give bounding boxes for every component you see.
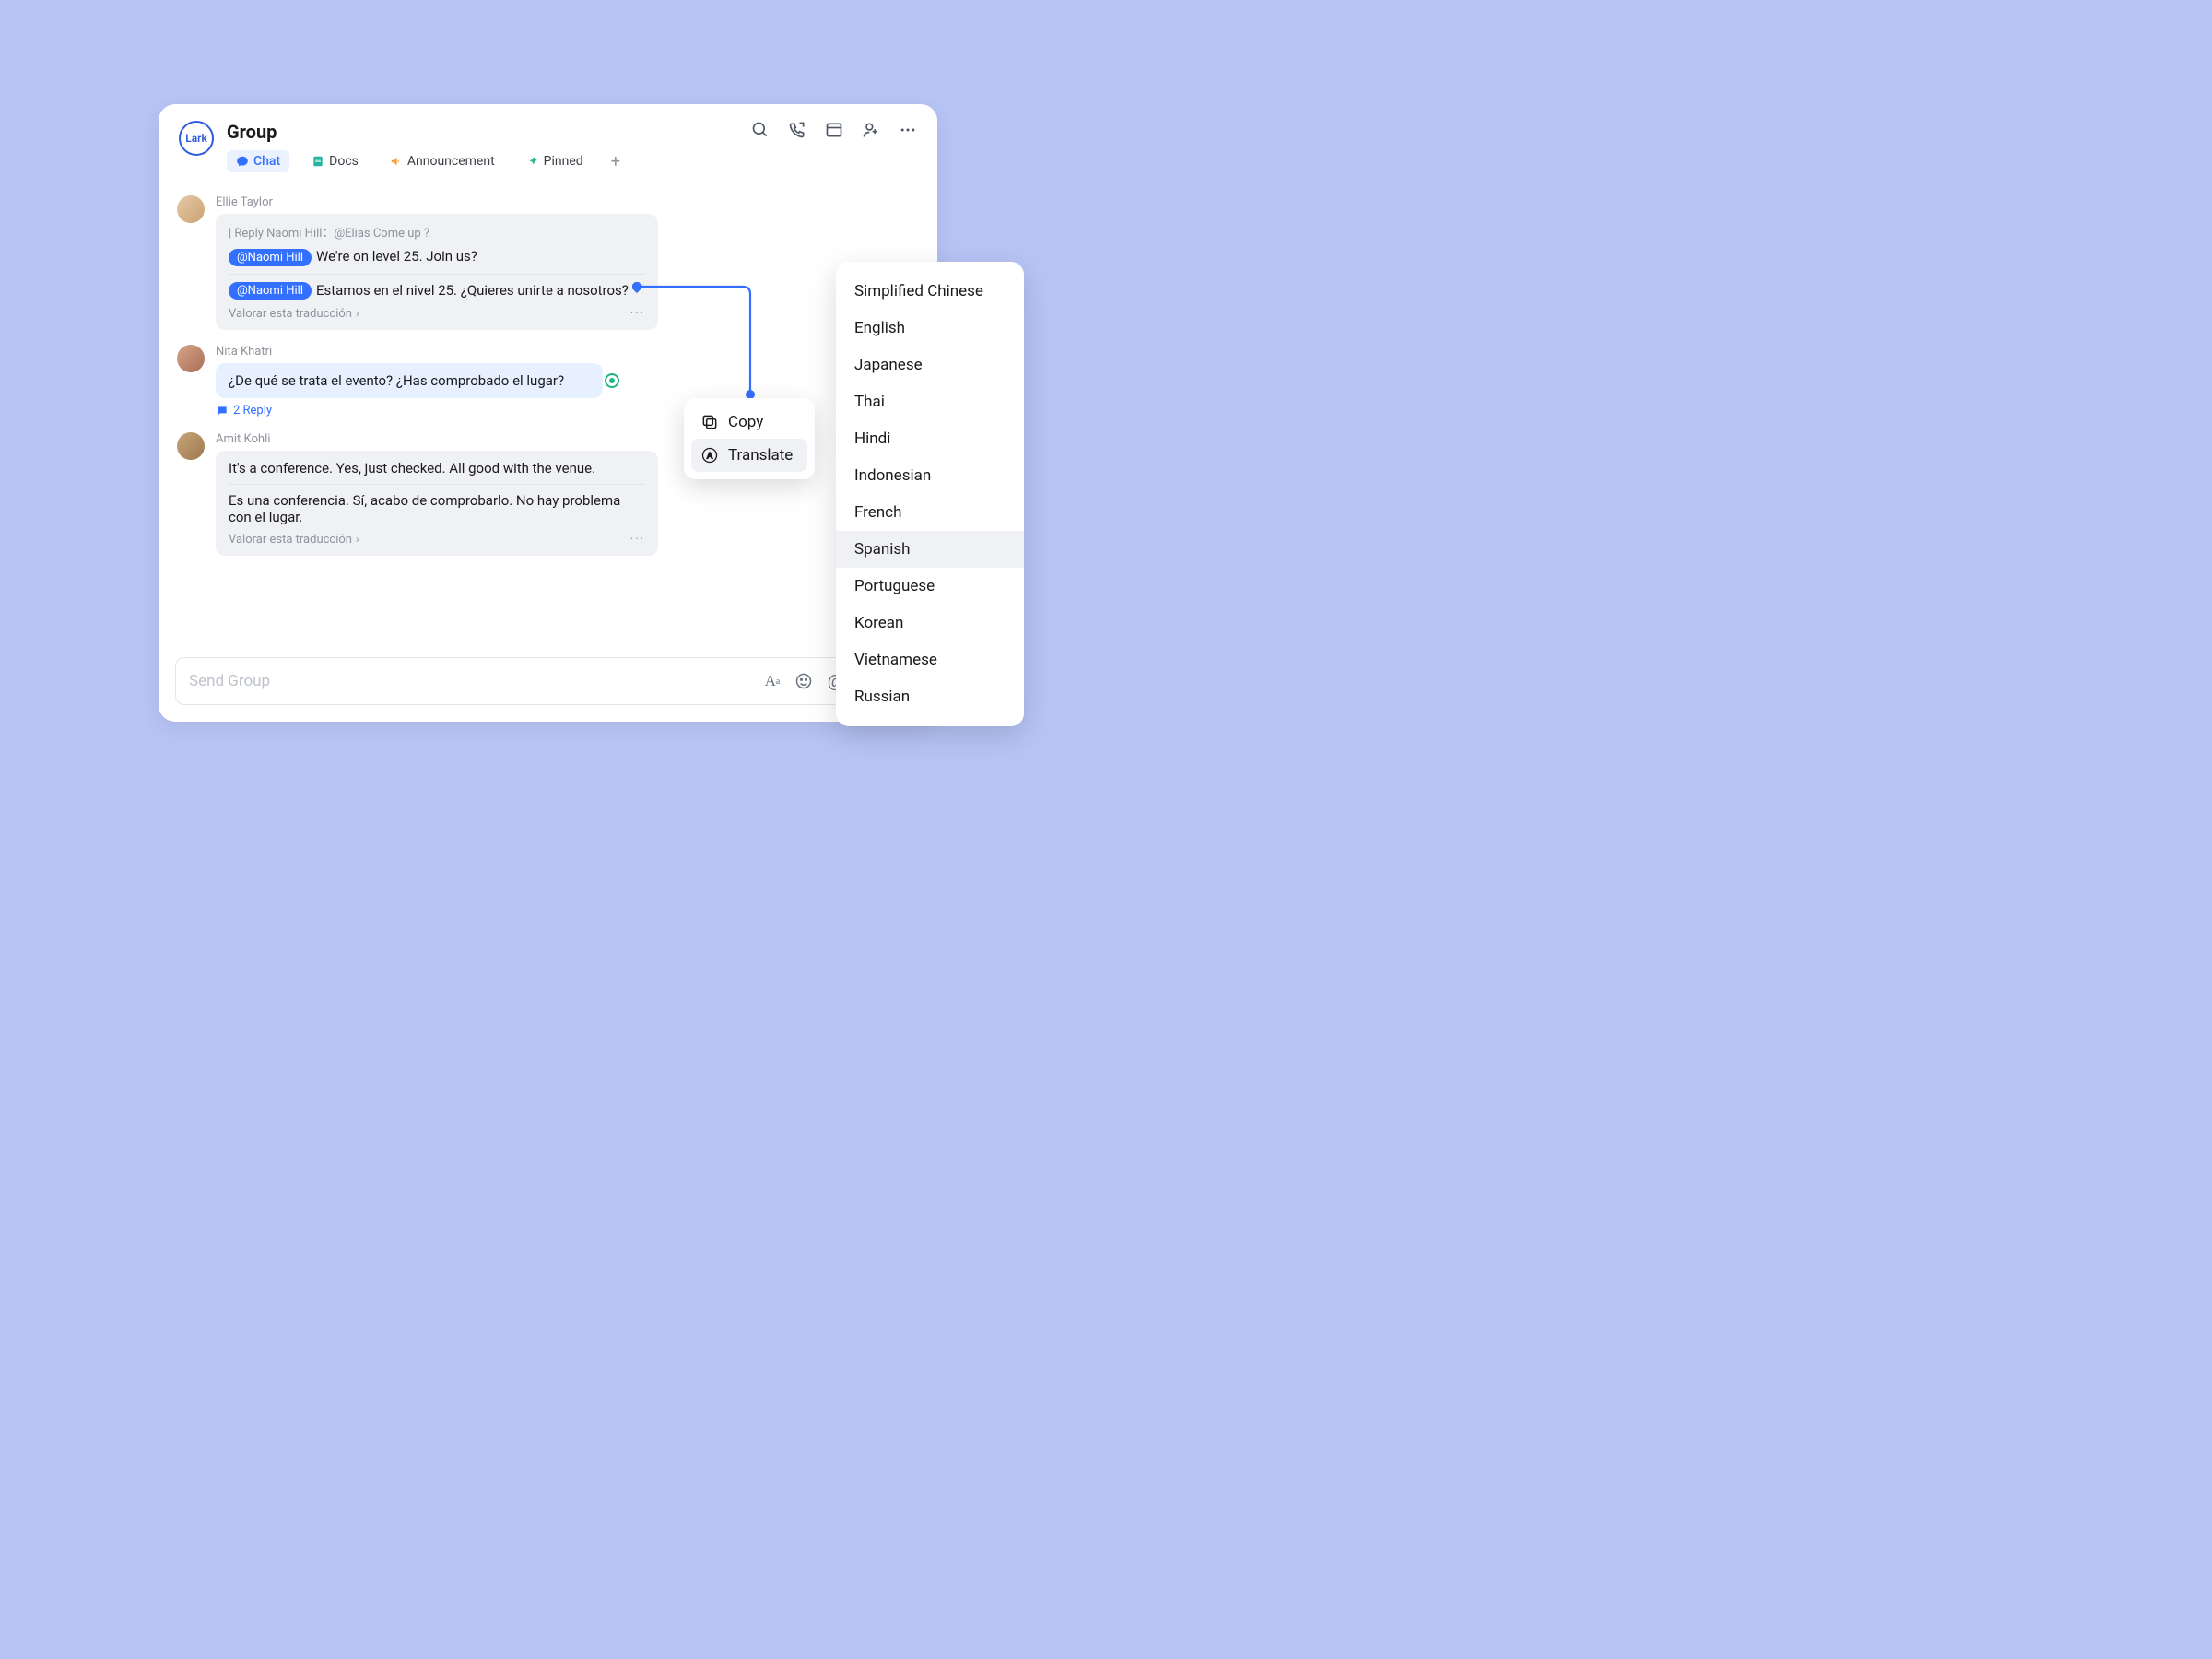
language-option[interactable]: English bbox=[836, 310, 1024, 347]
logo-text: Lark bbox=[185, 132, 207, 145]
tab-label: Pinned bbox=[544, 154, 583, 169]
more-icon[interactable] bbox=[899, 121, 917, 139]
message-more-icon[interactable]: ··· bbox=[630, 307, 645, 321]
status-badge-icon bbox=[605, 373, 619, 388]
composer-placeholder: Send Group bbox=[189, 672, 270, 690]
language-option[interactable]: Indonesian bbox=[836, 457, 1024, 494]
language-option[interactable]: Hindi bbox=[836, 420, 1024, 457]
message: Ellie Taylor | Reply Naomi Hill：@Elias C… bbox=[177, 195, 919, 330]
translated-text: Es una conferencia. Sí, acabo de comprob… bbox=[229, 492, 645, 525]
translate-icon: A bbox=[700, 446, 719, 465]
tab-chat[interactable]: Chat bbox=[227, 150, 289, 172]
tab-pinned[interactable]: Pinned bbox=[517, 150, 593, 172]
sender-name: Nita Khatri bbox=[216, 345, 919, 359]
tab-label: Announcement bbox=[407, 154, 495, 169]
megaphone-icon bbox=[390, 155, 403, 168]
reply-count-text: 2 Reply bbox=[233, 404, 272, 418]
rate-translation-link[interactable]: Valorar esta traducción› bbox=[229, 533, 359, 547]
panel-icon[interactable] bbox=[825, 121, 843, 139]
message-more-icon[interactable]: ··· bbox=[630, 533, 645, 547]
context-menu: Copy A Translate bbox=[684, 398, 815, 479]
quoted-reply: | Reply Naomi Hill：@Elias Come up ? bbox=[229, 223, 645, 241]
message-text: ¿De qué se trata el evento? ¿Has comprob… bbox=[229, 372, 564, 389]
message-list: Ellie Taylor | Reply Naomi Hill：@Elias C… bbox=[159, 182, 937, 648]
app-logo: Lark bbox=[179, 121, 214, 156]
rate-translation-link[interactable]: Valorar esta traducción› bbox=[229, 307, 359, 321]
language-menu: Simplified ChineseEnglishJapaneseThaiHin… bbox=[836, 262, 1024, 726]
language-option[interactable]: Korean bbox=[836, 605, 1024, 641]
avatar[interactable] bbox=[177, 345, 205, 372]
header-actions bbox=[751, 121, 917, 139]
context-translate[interactable]: A Translate bbox=[691, 439, 807, 472]
search-icon[interactable] bbox=[751, 121, 770, 139]
tabs: Chat Docs Announcement Pinned + bbox=[227, 150, 917, 182]
copy-icon bbox=[700, 413, 719, 431]
chevron-right-icon: › bbox=[356, 533, 359, 546]
mention-chip[interactable]: @Naomi Hill bbox=[229, 282, 312, 300]
language-option[interactable]: Thai bbox=[836, 383, 1024, 420]
language-option[interactable]: Spanish bbox=[836, 531, 1024, 568]
translated-text: Estamos en el nivel 25. ¿Quieres unirte … bbox=[316, 282, 629, 299]
message-text: We're on level 25. Join us? bbox=[316, 248, 477, 265]
call-icon[interactable] bbox=[788, 121, 806, 139]
context-item-label: Copy bbox=[728, 413, 763, 431]
add-tab-button[interactable]: + bbox=[606, 152, 626, 171]
mention-chip[interactable]: @Naomi Hill bbox=[229, 249, 312, 266]
chat-window: Lark Group Chat Docs Announcement P bbox=[159, 104, 937, 722]
chat-icon bbox=[236, 155, 249, 168]
tab-label: Docs bbox=[329, 154, 359, 169]
sender-name: Ellie Taylor bbox=[216, 195, 919, 209]
avatar[interactable] bbox=[177, 195, 205, 223]
svg-text:A: A bbox=[707, 451, 713, 460]
message-bubble[interactable]: It's a conference. Yes, just checked. Al… bbox=[216, 451, 658, 556]
tab-label: Chat bbox=[253, 154, 280, 169]
font-icon[interactable]: Aa bbox=[763, 672, 782, 690]
reply-icon bbox=[216, 405, 229, 418]
tab-announcement[interactable]: Announcement bbox=[381, 150, 504, 172]
avatar[interactable] bbox=[177, 432, 205, 460]
pin-icon bbox=[526, 155, 539, 168]
language-option[interactable]: Russian bbox=[836, 678, 1024, 715]
docs-icon bbox=[312, 155, 324, 168]
message-bubble[interactable]: | Reply Naomi Hill：@Elias Come up ? @Nao… bbox=[216, 214, 658, 330]
language-option[interactable]: Portuguese bbox=[836, 568, 1024, 605]
context-copy[interactable]: Copy bbox=[691, 406, 807, 439]
message-text: It's a conference. Yes, just checked. Al… bbox=[229, 460, 645, 477]
language-option[interactable]: Vietnamese bbox=[836, 641, 1024, 678]
add-member-icon[interactable] bbox=[862, 121, 880, 139]
language-option[interactable]: Simplified Chinese bbox=[836, 273, 1024, 310]
message-line-translated: @Naomi HillEstamos en el nivel 25. ¿Quie… bbox=[229, 282, 645, 300]
emoji-icon[interactable] bbox=[794, 672, 813, 690]
tab-docs[interactable]: Docs bbox=[302, 150, 368, 172]
message-bubble[interactable]: ¿De qué se trata el evento? ¿Has comprob… bbox=[216, 363, 603, 398]
message-composer[interactable]: Send Group Aa @ bbox=[175, 657, 921, 705]
context-item-label: Translate bbox=[728, 446, 793, 465]
language-option[interactable]: Japanese bbox=[836, 347, 1024, 383]
chevron-right-icon: › bbox=[356, 307, 359, 320]
language-option[interactable]: French bbox=[836, 494, 1024, 531]
message-line-original: @Naomi HillWe're on level 25. Join us? bbox=[229, 248, 645, 266]
header: Lark Group Chat Docs Announcement P bbox=[159, 104, 937, 182]
